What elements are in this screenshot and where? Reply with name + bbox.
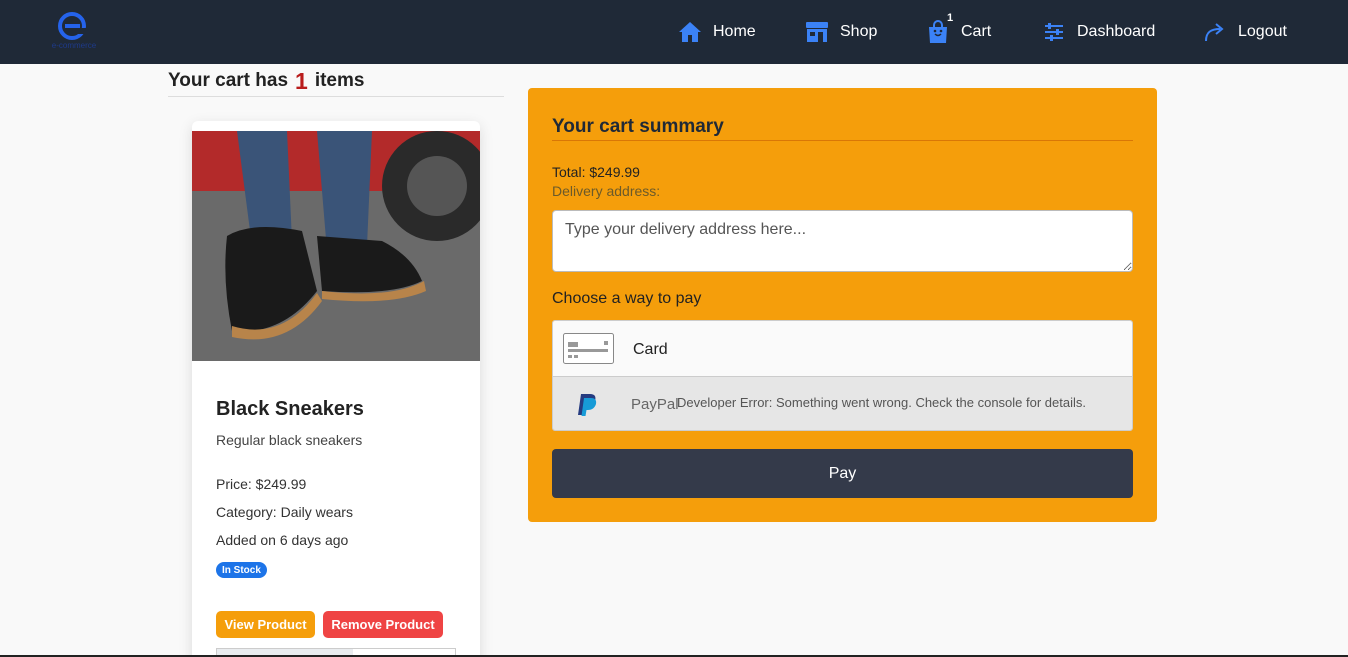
delivery-address-label: Delivery address: xyxy=(552,183,661,199)
pay-button[interactable]: Pay xyxy=(552,449,1133,498)
logo-icon xyxy=(58,12,86,40)
pay-option-paypal-label: PayPal xyxy=(631,396,679,413)
nav-dashboard[interactable]: Dashboard xyxy=(1042,18,1155,46)
cart-heading-prefix: Your cart has xyxy=(168,70,289,91)
home-icon xyxy=(679,22,701,42)
nav-dashboard-label: Dashboard xyxy=(1077,23,1156,40)
nav-cart-label: Cart xyxy=(961,23,992,40)
product-description: Regular black sneakers xyxy=(216,432,363,448)
product-image xyxy=(192,131,480,361)
nav-logout-label: Logout xyxy=(1238,23,1287,40)
product-added-date: Added on 6 days ago xyxy=(216,532,349,548)
stock-badge: In Stock xyxy=(216,562,267,578)
sliders-icon xyxy=(1045,23,1063,41)
summary-title: Your cart summary xyxy=(552,116,1133,141)
cart-count: 1 xyxy=(295,67,308,94)
pay-option-card[interactable]: Card xyxy=(553,321,1132,377)
delivery-address-input[interactable] xyxy=(552,210,1133,272)
nav-shop[interactable]: Shop xyxy=(805,18,877,46)
brand-logo[interactable]: e-commerce xyxy=(44,12,104,52)
logo-text: e-commerce xyxy=(51,41,97,50)
remove-product-button[interactable]: Remove Product xyxy=(323,611,443,638)
cart-summary: Your cart summary Total: $249.99 Deliver… xyxy=(528,88,1157,522)
pay-option-card-label: Card xyxy=(633,341,668,358)
cart-heading: Your cart has 1 items xyxy=(168,66,504,97)
nav-cart[interactable]: 1 Cart xyxy=(926,12,992,46)
nav-logout[interactable]: Logout xyxy=(1203,18,1287,46)
view-product-button[interactable]: View Product xyxy=(216,611,315,638)
logout-icon xyxy=(1205,23,1224,42)
credit-card-icon xyxy=(563,333,614,364)
navbar: e-commerce Home Shop 1 Cart Dashboard Lo… xyxy=(0,0,1348,64)
payment-method-label: Choose a way to pay xyxy=(552,290,702,307)
cart-count-badge: 1 xyxy=(947,12,954,24)
summary-total: Total: $249.99 xyxy=(552,164,640,180)
product-price: Price: $249.99 xyxy=(216,476,307,492)
nav-shop-label: Shop xyxy=(840,23,878,40)
nav-home[interactable]: Home xyxy=(678,18,756,46)
paypal-error-message: Developer Error: Something went wrong. C… xyxy=(677,395,1086,410)
store-icon xyxy=(806,22,828,42)
pay-option-paypal[interactable]: PayPal Developer Error: Something went w… xyxy=(553,377,1132,430)
product-category: Category: Daily wears xyxy=(216,504,353,520)
product-card: Black Sneakers Regular black sneakers Pr… xyxy=(192,121,480,657)
paypal-icon xyxy=(578,394,597,416)
product-title: Black Sneakers xyxy=(216,398,364,420)
payment-options: Card PayPal Developer Error: Something w… xyxy=(552,320,1133,431)
nav-home-label: Home xyxy=(713,23,756,40)
cart-heading-suffix: items xyxy=(314,70,365,91)
sneakers-photo xyxy=(192,131,480,361)
